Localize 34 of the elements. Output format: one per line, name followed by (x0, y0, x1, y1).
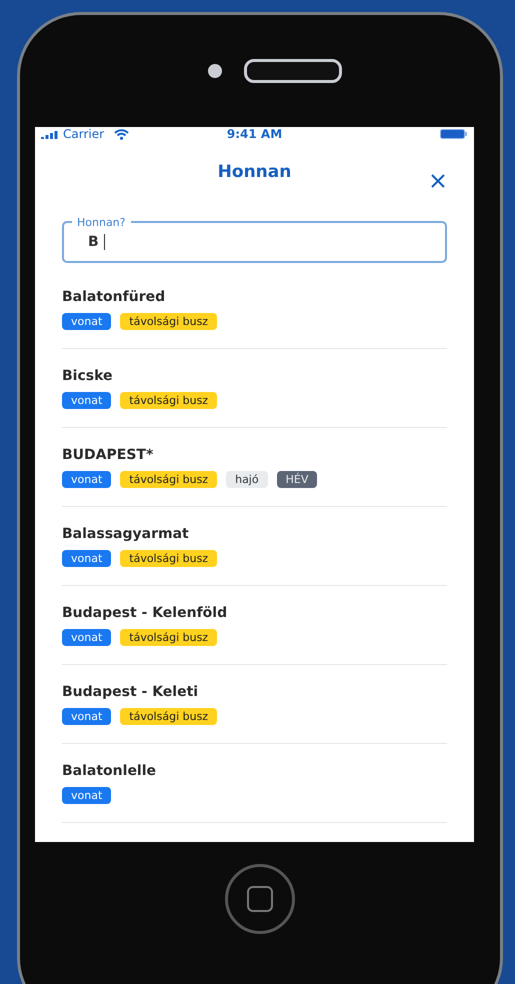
transport-tag: vonat (62, 708, 112, 725)
station-name[interactable]: Budapest - Keleti (62, 684, 447, 700)
station-name[interactable]: Balatonfüred (62, 289, 447, 305)
station-name[interactable]: Balassagyarmat (62, 526, 447, 542)
station-name[interactable]: BUDAPEST* (62, 447, 447, 463)
carrier-label: Carrier (63, 127, 104, 141)
station-name[interactable]: Balatonlelle (62, 763, 447, 779)
home-button[interactable] (224, 864, 294, 934)
transport-tag: távolsági busz (120, 629, 218, 646)
station-name[interactable]: Bicske (62, 368, 447, 384)
field-label: Honnan? (76, 216, 126, 229)
transport-tag: távolsági busz (120, 392, 218, 409)
typed-text: B (88, 234, 99, 250)
transport-tag: vonat (62, 550, 112, 567)
transport-tag: vonat (62, 392, 112, 409)
camera-dot (208, 64, 222, 78)
clock-time: 9:41 AM (226, 127, 282, 141)
transport-tag: vonat (62, 313, 112, 330)
transport-tag: távolsági busz (120, 313, 218, 330)
screen-title: Honnan (218, 162, 292, 182)
wifi-icon (114, 128, 130, 140)
transport-tag: HÉV (276, 471, 318, 488)
transport-tag: távolsági busz (120, 471, 218, 488)
transport-tag: távolsági busz (120, 708, 218, 725)
battery-icon (440, 129, 468, 139)
transport-tag: vonat (62, 787, 112, 804)
transport-tag: hajó (226, 471, 268, 488)
station-name[interactable]: Budapest - Kelenföld (62, 605, 447, 621)
transport-tag: vonat (62, 471, 112, 488)
transport-tag: vonat (62, 629, 112, 646)
transport-tag: távolsági busz (120, 550, 218, 567)
text-cursor (104, 234, 106, 250)
signal-icon (41, 130, 59, 138)
search-field[interactable]: Honnan? B (62, 216, 447, 263)
